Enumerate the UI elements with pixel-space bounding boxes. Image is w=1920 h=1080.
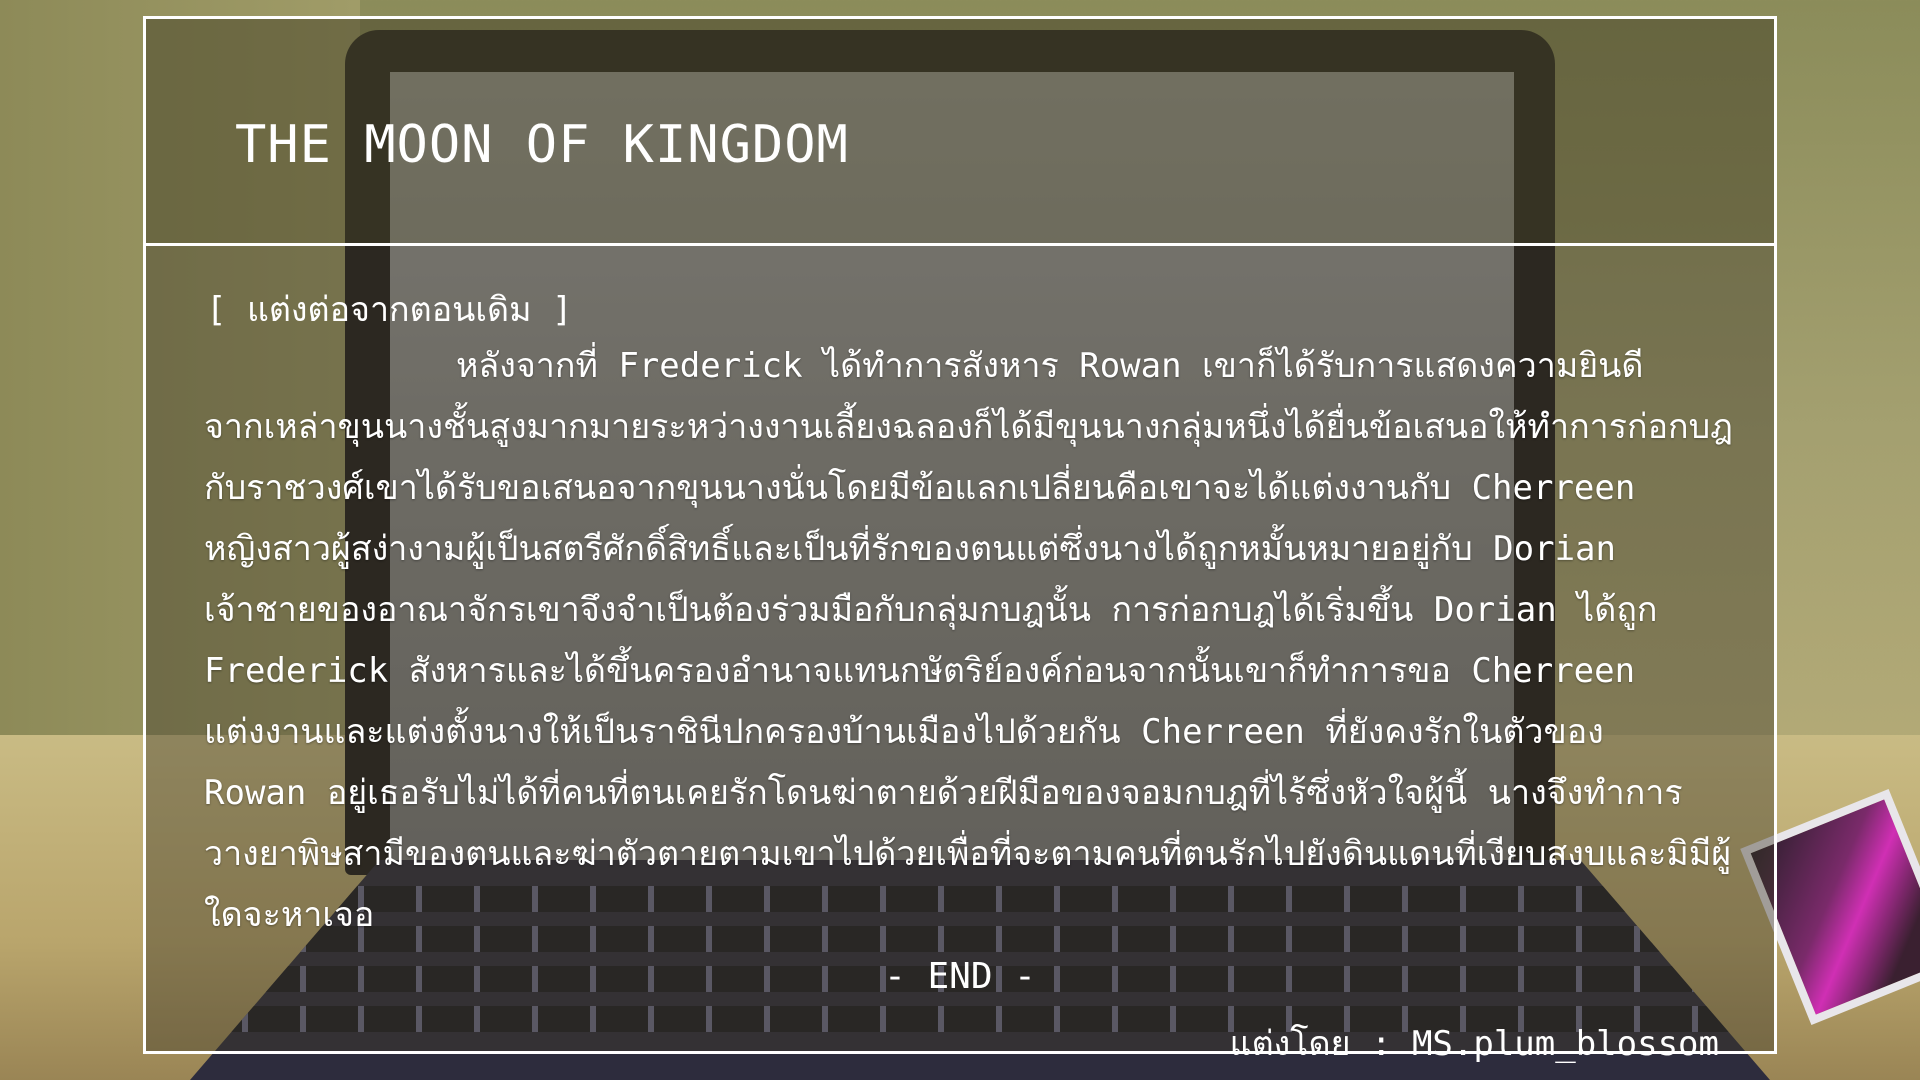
story-panel: THE MOON OF KINGDOM [ แต่งต่อจากตอนเดิม … — [143, 16, 1777, 1064]
story-text: หลังจากที่ Frederick ได้ทำการสังหาร Rowa… — [204, 336, 1749, 946]
end-marker: - END - — [884, 956, 1036, 997]
story-line: แต่งงานและแต่งตั้งนางให้เป็นราชินีปกครอง… — [204, 712, 1604, 752]
page-title: THE MOON OF KINGDOM — [235, 115, 849, 175]
story-subtitle: [ แต่งต่อจากตอนเดิม ] — [206, 290, 573, 330]
story-line: ใดจะหาเจอ — [204, 895, 375, 935]
story-line: กับราชวงศ์เขาได้รับขอเสนอจากขุนนางนั่นโด… — [204, 468, 1636, 508]
story-line: Frederick สังหารและได้ขึ้นครองอำนาจแทนกษ… — [204, 651, 1636, 691]
story-line: หญิงสาวผู้สง่างามผู้เป็นสตรีศักดิ์สิทธิ์… — [204, 529, 1616, 569]
story-line: Rowan อยู่เธอรับไม่ได้ที่คนที่ตนเคยรักโด… — [204, 773, 1683, 813]
story-line: วางยาพิษสามีของตนและฆ่าตัวตายตามเขาไปด้ว… — [204, 834, 1732, 874]
story-line: เจ้าชายของอาณาจักรเขาจึงจำเป็นต้องร่วมมื… — [204, 590, 1658, 630]
story-body: [ แต่งต่อจากตอนเดิม ] หลังจากที่ Frederi… — [146, 246, 1774, 1064]
title-bar: THE MOON OF KINGDOM — [146, 19, 1774, 246]
story-line: จากเหล่าขุนนางชั้นสูงมากมายระหว่างงานเลี… — [204, 407, 1734, 447]
author-credit: แต่งโดย : MS.plum_blossom — [1229, 1024, 1719, 1064]
story-line: หลังจากที่ Frederick ได้ทำการสังหาร Rowa… — [456, 346, 1644, 386]
